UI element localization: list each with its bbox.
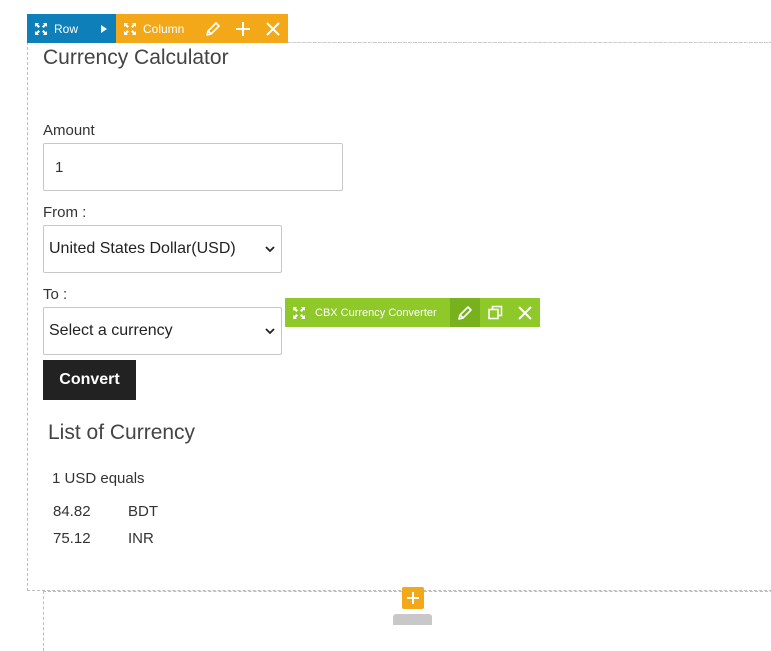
convert-button[interactable]: Convert [43, 360, 136, 400]
to-currency-value: Select a currency [49, 322, 173, 339]
column-label: Column [143, 21, 185, 36]
column-toolbar[interactable]: Column [116, 14, 288, 43]
chevron-down-icon [265, 327, 275, 335]
rate-row: 75.12 INR [53, 530, 154, 547]
amount-label: Amount [43, 122, 95, 139]
pencil-icon[interactable] [450, 298, 480, 327]
widget-toolbar[interactable]: CBX Currency Converter [285, 298, 540, 327]
plus-icon [406, 591, 420, 605]
rate-value: 75.12 [53, 530, 91, 547]
chevron-down-icon [265, 245, 275, 253]
base-rate-text: 1 USD equals [52, 470, 145, 487]
amount-input[interactable] [43, 143, 343, 191]
row-toolbar[interactable]: Row [27, 14, 116, 43]
to-currency-select[interactable]: Select a currency [43, 307, 282, 355]
from-currency-value: United States Dollar(USD) [49, 240, 236, 257]
add-row-button[interactable] [402, 587, 424, 609]
move-icon[interactable] [34, 22, 48, 36]
section-handle[interactable] [393, 614, 432, 625]
currency-list-title: List of Currency [48, 421, 196, 444]
pencil-icon[interactable] [198, 14, 228, 43]
rate-value: 84.82 [53, 503, 91, 520]
duplicate-icon[interactable] [480, 298, 510, 327]
rate-code: BDT [128, 503, 158, 520]
from-label: From : [43, 204, 87, 221]
from-currency-select[interactable]: United States Dollar(USD) [43, 225, 282, 273]
calculator-title: Currency Calculator [43, 46, 229, 69]
widget-label: CBX Currency Converter [315, 306, 437, 319]
rate-code: INR [128, 530, 154, 547]
move-icon[interactable] [123, 22, 137, 36]
caret-right-icon[interactable] [100, 24, 108, 34]
close-icon[interactable] [510, 298, 540, 327]
rate-row: 84.82 BDT [53, 503, 158, 520]
plus-icon[interactable] [228, 14, 258, 43]
close-icon[interactable] [258, 14, 288, 43]
move-icon[interactable] [292, 306, 306, 320]
to-label: To : [43, 286, 68, 303]
row-label: Row [54, 21, 79, 36]
